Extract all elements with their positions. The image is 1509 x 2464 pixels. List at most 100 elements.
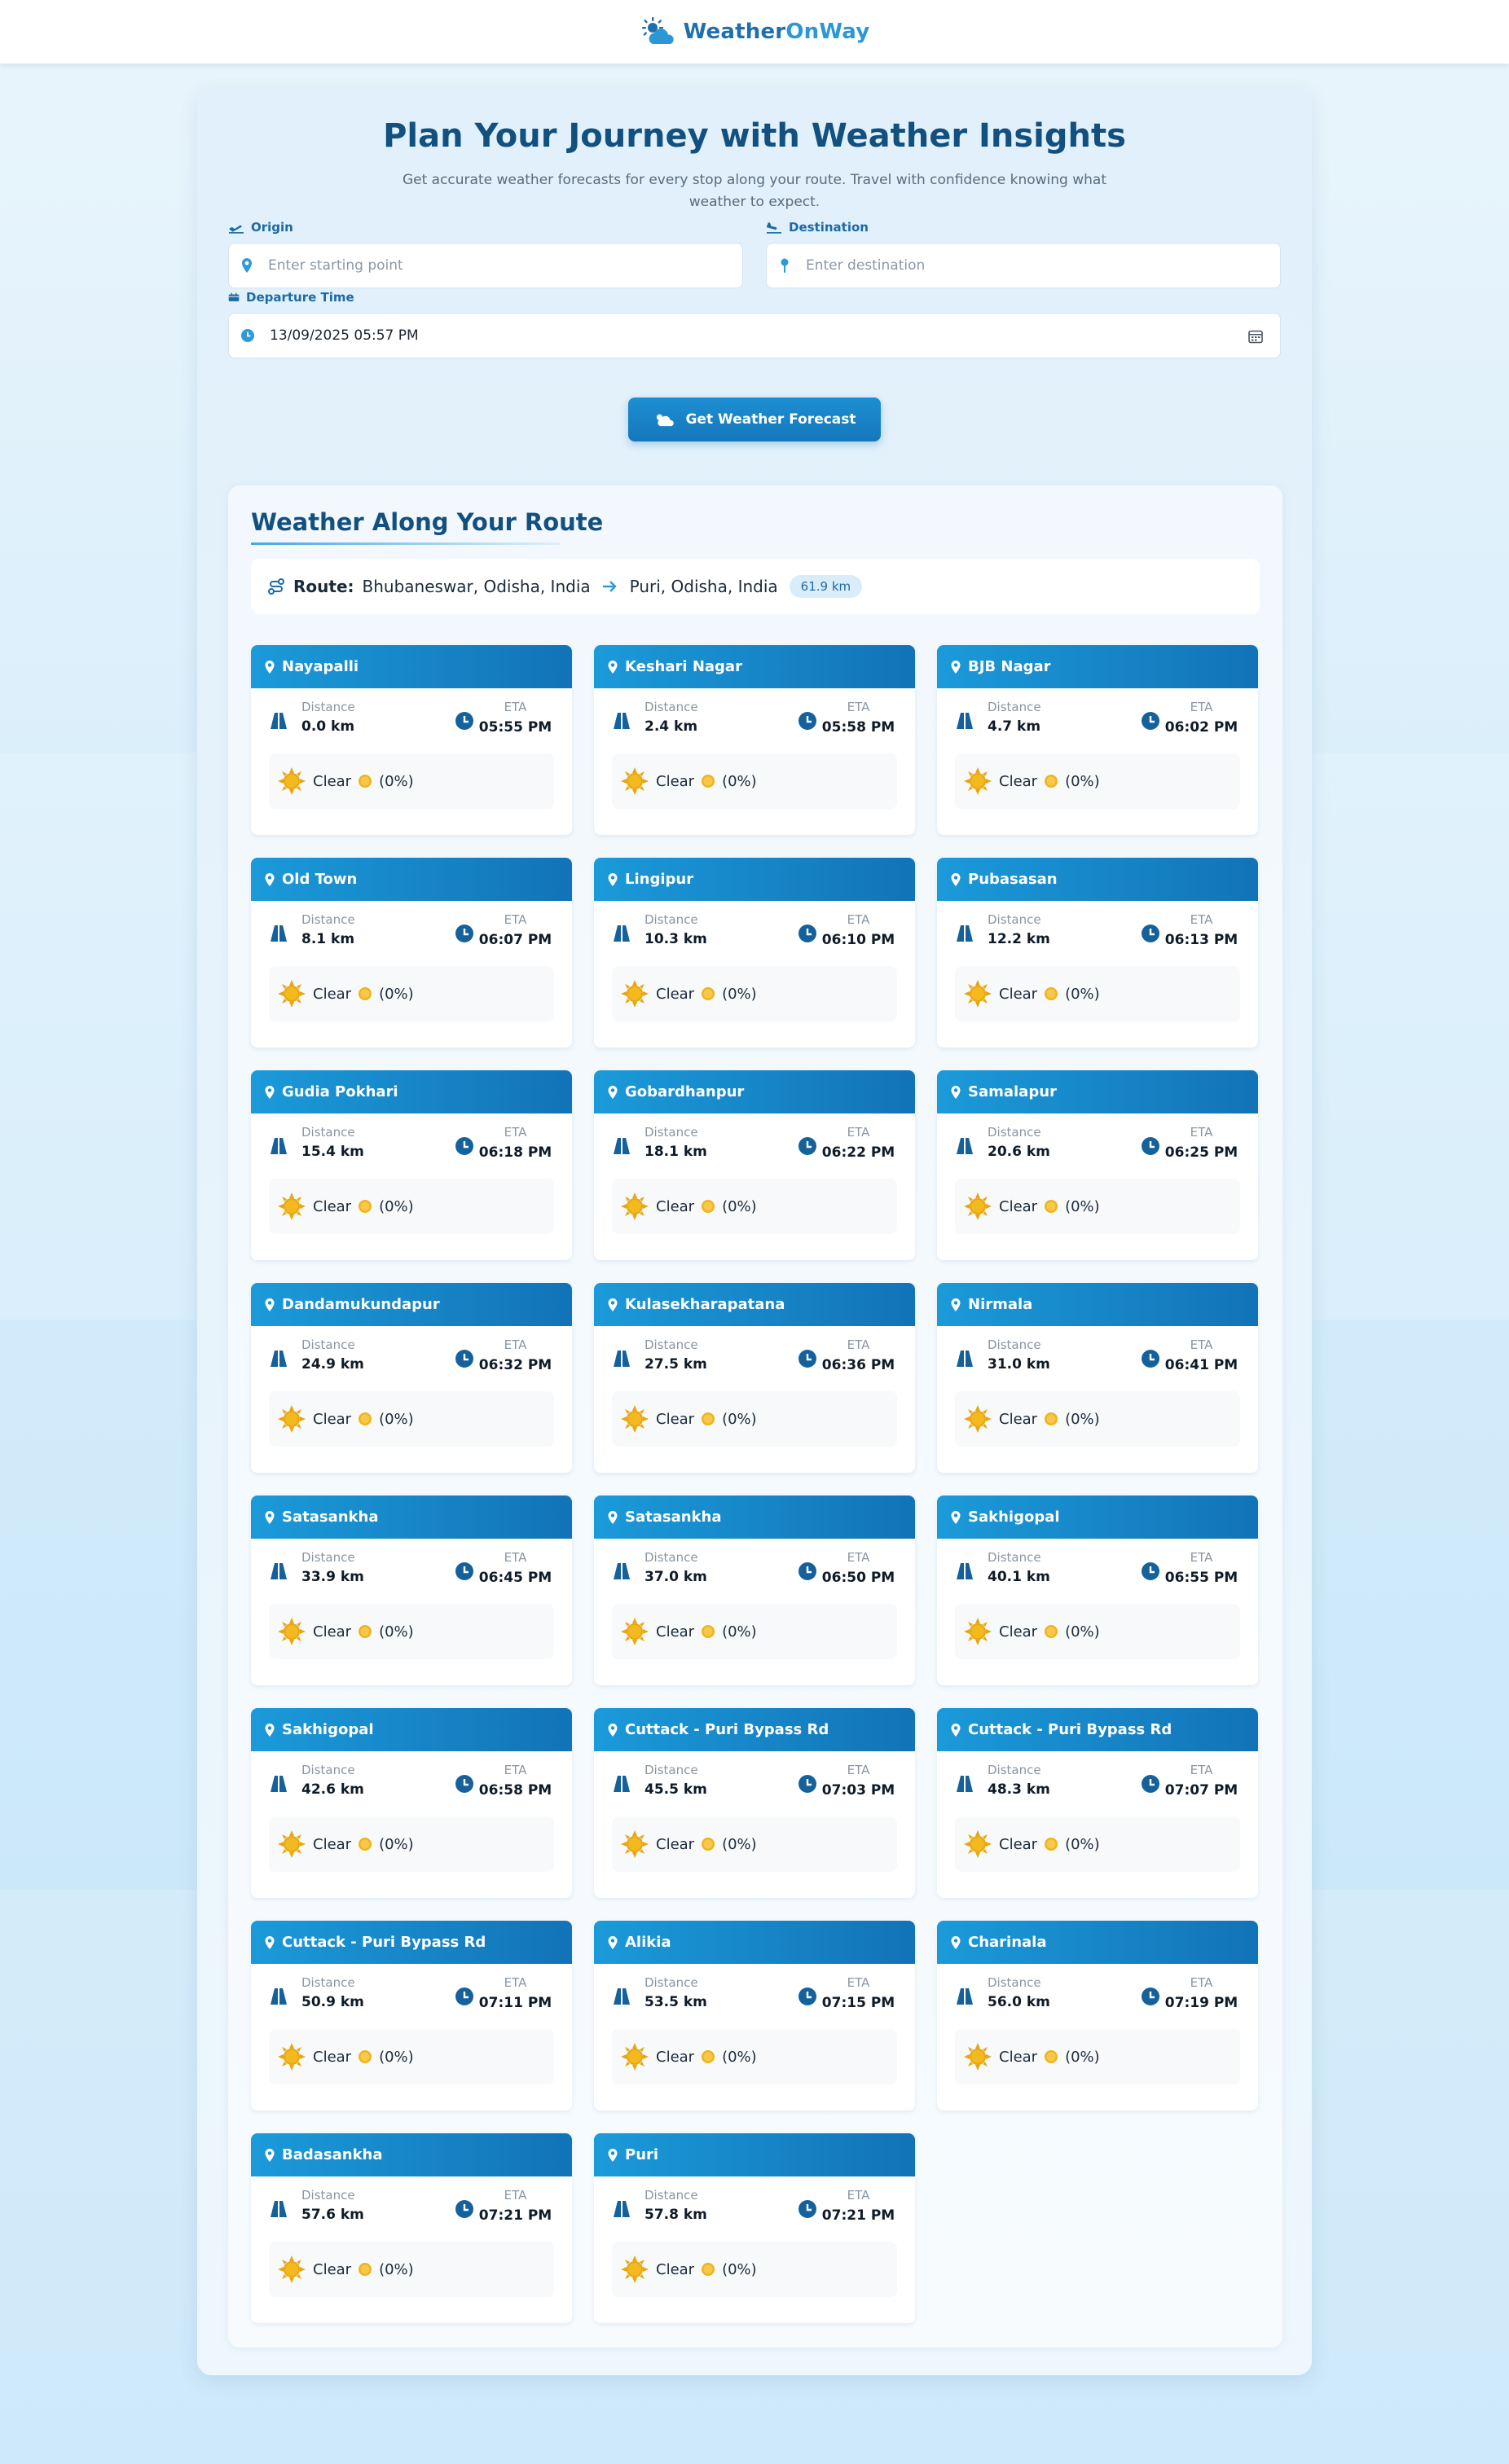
stop-name: Pubasasan [968, 871, 1058, 888]
sun-icon [621, 1192, 649, 1220]
stop-header: Cuttack - Puri Bypass Rd [937, 1708, 1258, 1751]
stop-metrics: Distance 50.9 km ETA 07:11 PM [251, 1964, 572, 2021]
weather-summary: Clear (0%) [269, 753, 554, 809]
cloud-sun-icon [657, 414, 675, 427]
distance-label: Distance [301, 700, 355, 714]
weather-condition: Clear [313, 772, 352, 790]
eta-label: ETA [504, 2188, 527, 2203]
sun-emoji-icon [1045, 1200, 1058, 1213]
departure-field[interactable] [228, 313, 1281, 358]
distance-value: 50.9 km [301, 1994, 364, 2010]
location-pin-icon [951, 660, 961, 674]
weather-summary: Clear (0%) [612, 1179, 897, 1234]
eta-block: ETA 06:07 PM [477, 912, 554, 948]
eta-label: ETA [504, 1125, 527, 1140]
get-forecast-button[interactable]: Get Weather Forecast [628, 397, 881, 441]
eta-value: 06:13 PM [1164, 932, 1238, 948]
distance-label: Distance [301, 1975, 355, 1990]
distance-value: 45.5 km [645, 1781, 707, 1798]
stop-card: Sakhigopal Distance 42.6 km ETA 06:58 PM [251, 1708, 572, 1898]
weather-summary: Clear (0%) [955, 753, 1240, 809]
distance-label: Distance [301, 1550, 355, 1565]
sun-emoji-icon [702, 775, 715, 788]
distance-value: 53.5 km [645, 1994, 707, 2010]
eta-value: 07:15 PM [821, 1995, 895, 2011]
road-icon [271, 2201, 287, 2217]
location-pin-icon [608, 1935, 618, 1949]
eta-label: ETA [1190, 912, 1213, 927]
distance-value: 40.1 km [988, 1569, 1050, 1585]
stop-header: Charinala [937, 1921, 1258, 1964]
eta-block: ETA 06:25 PM [1163, 1125, 1240, 1161]
sun-emoji-icon [1045, 1625, 1058, 1638]
origin-field[interactable] [228, 243, 743, 288]
stop-header: Old Town [251, 858, 572, 901]
weather-summary: Clear (0%) [269, 2029, 554, 2084]
precipitation-chance: (0%) [379, 1197, 414, 1215]
stop-header: Puri [594, 2133, 915, 2176]
sun-emoji-icon [702, 2050, 715, 2063]
eta-label: ETA [504, 912, 527, 927]
weather-summary: Clear (0%) [269, 1179, 554, 1234]
weather-summary: Clear (0%) [955, 1179, 1240, 1234]
weather-condition: Clear [999, 1623, 1038, 1640]
results-title: Weather Along Your Route [251, 508, 604, 536]
departure-input[interactable] [270, 327, 677, 344]
stop-name: Charinala [968, 1934, 1047, 1951]
stop-name: Cuttack - Puri Bypass Rd [968, 1721, 1172, 1738]
precipitation-chance: (0%) [722, 1623, 757, 1640]
destination-field[interactable] [766, 243, 1281, 288]
stop-card: Nayapalli Distance 0.0 km ETA 05:55 PM C… [251, 645, 572, 835]
distance-value: 0.0 km [301, 718, 355, 735]
road-icon [957, 925, 973, 942]
brand-name[interactable]: WeatherOnWay [684, 20, 870, 44]
distance-label: Distance [645, 700, 698, 714]
stop-header: Pubasasan [937, 858, 1258, 901]
distance-label: Distance [645, 1337, 698, 1352]
clock-icon [455, 1775, 473, 1793]
precipitation-chance: (0%) [722, 985, 757, 1003]
clock-icon [798, 712, 816, 730]
sun-icon [278, 980, 306, 1008]
eta-block: ETA 05:58 PM [820, 700, 897, 736]
distance-value: 37.0 km [645, 1569, 707, 1585]
eta-value: 06:18 PM [478, 1144, 552, 1161]
calendar-picker-icon[interactable] [1247, 328, 1264, 345]
brand-name-part1: Weather [683, 20, 786, 44]
stop-metrics: Distance 31.0 km ETA 06:41 PM [937, 1326, 1258, 1383]
stop-name: Cuttack - Puri Bypass Rd [282, 1934, 486, 1951]
eta-label: ETA [504, 1763, 527, 1777]
location-pin-icon [608, 872, 618, 886]
stop-metrics: Distance 12.2 km ETA 06:13 PM [937, 901, 1258, 958]
clock-icon [455, 2200, 473, 2218]
arrow-right-icon [602, 581, 617, 592]
top-navbar: WeatherOnWay [0, 0, 1509, 64]
clock-icon [1142, 1987, 1159, 2005]
clock-icon [1142, 1350, 1159, 1368]
origin-input[interactable] [268, 257, 675, 274]
destination-input[interactable] [806, 257, 1213, 274]
location-pin-icon [951, 1935, 961, 1949]
stop-metrics: Distance 53.5 km ETA 07:15 PM [594, 1964, 915, 2021]
stop-metrics: Distance 37.0 km ETA 06:50 PM [594, 1539, 915, 1596]
plane-landing-icon [766, 222, 781, 234]
sun-emoji-icon [359, 1625, 372, 1638]
clock-icon [455, 1562, 473, 1580]
stop-header: Cuttack - Puri Bypass Rd [251, 1921, 572, 1964]
eta-value: 07:03 PM [821, 1782, 895, 1799]
weather-condition: Clear [656, 772, 695, 790]
weather-summary: Clear (0%) [269, 966, 554, 1021]
sun-icon [964, 1405, 992, 1433]
stop-name: Alikia [625, 1934, 671, 1951]
weather-summary: Clear (0%) [612, 1391, 897, 1447]
eta-block: ETA 07:11 PM [477, 1975, 554, 2011]
weather-condition: Clear [999, 2048, 1038, 2066]
eta-value: 05:58 PM [821, 719, 895, 736]
distance-label: Distance [645, 1975, 698, 1990]
calendar-icon [228, 292, 240, 301]
eta-value: 07:11 PM [478, 1995, 552, 2011]
eta-block: ETA 07:21 PM [820, 2188, 897, 2224]
stop-header: BJB Nagar [937, 645, 1258, 688]
weather-condition: Clear [656, 1835, 695, 1853]
distance-value: 56.0 km [988, 1994, 1050, 2010]
